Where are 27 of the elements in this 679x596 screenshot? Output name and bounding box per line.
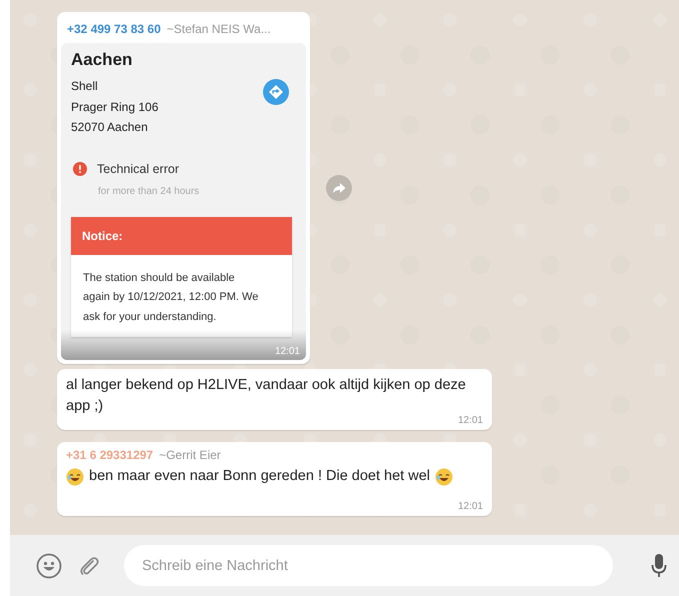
- attach-icon[interactable]: [78, 554, 100, 576]
- message-text: ben maar even naar Bonn gereden ! Die doet het wel: [89, 467, 430, 486]
- forward-icon[interactable]: [326, 175, 352, 201]
- message-time: 12:01: [456, 501, 483, 512]
- station-title: Aachen: [71, 49, 134, 71]
- notice-text: The station should be available again by 10/12/2021, 12:00 PM. We ask for your understanding.: [82, 270, 260, 324]
- emoji-icon[interactable]: [36, 552, 62, 578]
- status-text: Technical error: [97, 162, 179, 176]
- status-detail: for more than 24 hours: [98, 186, 200, 196]
- laughing-face-icon: [66, 468, 84, 486]
- address-line: 52070 Aachen: [71, 119, 148, 136]
- station-screenshot[interactable]: Aachen Shell Prager Ring 106 52070 Aachen Technical error for more than 24 hours Notice: The station should be available again by 10/12/2021, 12:00 PM. We ask for your understanding. 12:01: [61, 43, 306, 360]
- sender-phone[interactable]: +32 499 73 83 60: [67, 22, 161, 36]
- directions-icon[interactable]: [263, 79, 289, 105]
- error-icon: [73, 162, 87, 176]
- address-line: Shell: [71, 78, 98, 95]
- laughing-face-icon: [434, 468, 453, 486]
- microphone-icon[interactable]: [651, 552, 667, 578]
- sender-name: ~Gerrit Eier: [159, 448, 221, 462]
- message-time: 12:01: [274, 346, 300, 357]
- sender-name: ~Stefan NEIS Wa...: [166, 22, 271, 36]
- sender-phone[interactable]: +31 6 29331297: [66, 448, 154, 462]
- message-time: 12:01: [456, 415, 483, 426]
- message-input[interactable]: Schreib eine Nachricht: [124, 545, 613, 586]
- notice-title: Notice:: [71, 216, 292, 254]
- address-line: Prager Ring 106: [71, 98, 158, 116]
- message-text: al langer bekend op H2LIVE, vandaar ook altijd kijken op deze app ;): [66, 376, 467, 416]
